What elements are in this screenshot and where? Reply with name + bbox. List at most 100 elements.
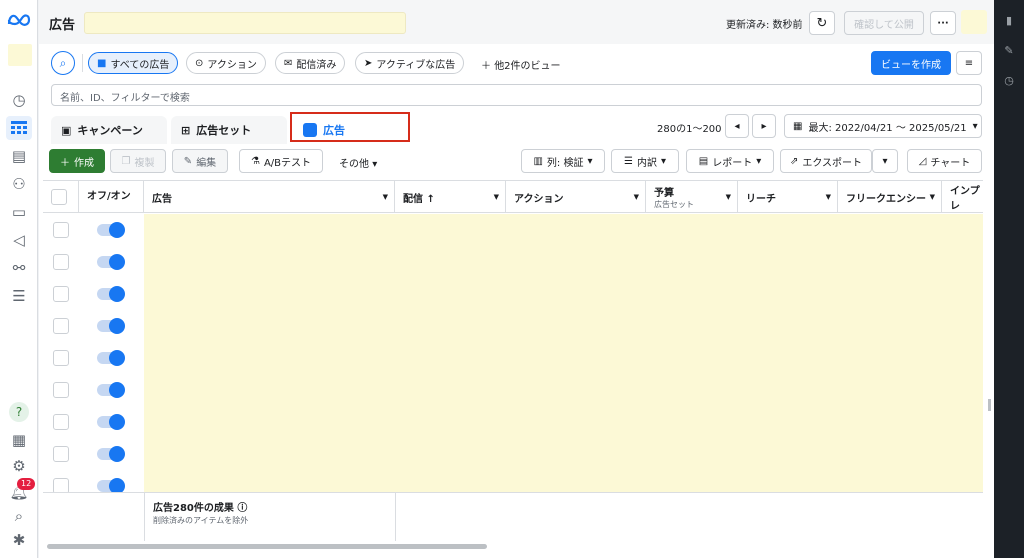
pages-icon[interactable]: ▤	[9, 146, 29, 166]
sort-icon: ▼	[493, 193, 499, 201]
help-icon[interactable]: ?	[9, 402, 29, 422]
view-active-ads[interactable]: ➤ アクティブな広告	[355, 52, 465, 74]
ad-status-toggle[interactable]	[97, 318, 125, 334]
view-action[interactable]: ⊙ アクション	[186, 52, 266, 74]
table-row[interactable]	[43, 438, 143, 470]
col-onoff[interactable]: オフ/オン	[79, 181, 144, 213]
ad-status-toggle[interactable]	[97, 414, 125, 430]
select-all-checkbox[interactable]	[51, 189, 67, 205]
row-checkbox[interactable]	[53, 254, 69, 270]
date-range-button[interactable]: ▦ 最大: 2022/04/21 〜 2025/05/21 ▾	[784, 114, 982, 138]
view-all-ads-label: すべての広告	[110, 59, 170, 71]
meta-logo[interactable]	[7, 12, 31, 28]
campaign-icon: ▣	[61, 123, 72, 137]
menu-icon[interactable]: ☰	[9, 286, 29, 306]
breakdown-label: 内訳	[636, 157, 657, 169]
search-input[interactable]: 名前、ID、フィルターで検索	[51, 84, 982, 106]
chevron-down-icon: ▾	[972, 120, 978, 132]
table-row[interactable]	[43, 342, 143, 374]
top-bar: 広告 更新済み: 数秒前 ↻ 確認して公開 ···	[39, 0, 994, 44]
clock-icon[interactable]: ◷	[1002, 74, 1016, 88]
ab-test-button[interactable]: ⚗ A/Bテスト	[239, 149, 323, 173]
row-checkbox[interactable]	[53, 350, 69, 366]
ad-status-toggle[interactable]	[97, 254, 125, 270]
row-checkbox[interactable]	[53, 414, 69, 430]
table-row[interactable]	[43, 310, 143, 342]
col-reach[interactable]: リーチ ▼	[738, 181, 838, 213]
col-delivery[interactable]: 配信 ↑ ▼	[395, 181, 506, 213]
view-all-ads[interactable]: ■ すべての広告	[88, 52, 179, 74]
row-checkbox[interactable]	[53, 222, 69, 238]
columns-label: 列: 検証	[546, 157, 584, 169]
action-icon: ⊙	[195, 57, 204, 69]
horizontal-scrollbar[interactable]	[47, 544, 487, 549]
export-dropdown-button[interactable]: ▾	[872, 149, 898, 173]
table-row[interactable]	[43, 214, 143, 246]
search-icon[interactable]: ⌕	[9, 506, 29, 526]
col-ad[interactable]: 広告 ▼	[144, 181, 395, 213]
row-checkbox[interactable]	[53, 318, 69, 334]
info-icon[interactable]: ⓘ	[237, 503, 247, 514]
table-row[interactable]	[43, 374, 143, 406]
table-icon[interactable]	[6, 116, 32, 140]
tab-campaign[interactable]: ▣ キャンペーン	[51, 116, 167, 144]
chevron-right-icon: ▸	[761, 120, 767, 132]
people-icon[interactable]: ⚇	[9, 174, 29, 194]
col-frequency[interactable]: フリークエンシー ▼	[838, 181, 942, 213]
col-action[interactable]: アクション ▼	[506, 181, 646, 213]
table-header: オフ/オン 広告 ▼ 配信 ↑ ▼ アクション ▼ 予算 広告セット ▼ リーチ ▼ フリー…	[43, 181, 983, 213]
breakdown-icon: ☰	[624, 155, 633, 167]
next-page-button[interactable]: ▸	[752, 114, 776, 138]
table-row[interactable]	[43, 246, 143, 278]
ad-status-toggle[interactable]	[97, 382, 125, 398]
network-icon[interactable]: ⚯	[9, 258, 29, 278]
duplicate-button[interactable]: ❐ 複製	[110, 149, 166, 173]
more-views-link[interactable]: ＋ 他2件のビュー	[481, 57, 561, 72]
ad-status-toggle[interactable]	[97, 478, 125, 494]
settings-icon[interactable]: ⚙	[9, 456, 29, 476]
export-button[interactable]: ⇗ エクスポート	[780, 149, 872, 173]
breakdown-button[interactable]: ☰ 内訳 ▾	[611, 149, 679, 173]
edit-button[interactable]: ✎ 編集	[172, 149, 228, 173]
table-row[interactable]	[43, 406, 143, 438]
dashboard-icon[interactable]: ◷	[9, 90, 29, 110]
account-switcher[interactable]	[8, 44, 32, 66]
bug-icon[interactable]: ✱	[9, 530, 29, 550]
other-menu[interactable]: その他 ▾	[339, 155, 377, 170]
adset-icon: ⊞	[181, 123, 191, 137]
pencil-icon[interactable]: ✎	[1002, 44, 1016, 58]
ad-status-toggle[interactable]	[97, 286, 125, 302]
ad-status-toggle[interactable]	[97, 222, 125, 238]
news-icon[interactable]: ▦	[9, 430, 29, 450]
publish-button[interactable]: 確認して公開	[844, 11, 924, 35]
profile-area[interactable]	[961, 10, 987, 34]
billing-icon[interactable]: ▭	[9, 202, 29, 222]
report-button[interactable]: ▤ レポート ▾	[686, 149, 774, 173]
table-row[interactable]	[43, 278, 143, 310]
prev-page-button[interactable]: ◂	[725, 114, 749, 138]
columns-button[interactable]: ▥ 列: 検証 ▾	[521, 149, 605, 173]
col-budget[interactable]: 予算 広告セット ▼	[646, 181, 738, 213]
chart-button[interactable]: ◿ チャート	[907, 149, 982, 173]
view-delivered[interactable]: ✉ 配信済み	[275, 52, 346, 74]
pencil-icon: ✎	[183, 155, 193, 167]
vertical-scrollbar[interactable]	[988, 399, 991, 411]
row-checkbox[interactable]	[53, 382, 69, 398]
bar-chart-icon[interactable]: ▮	[1002, 14, 1016, 28]
create-button[interactable]: ＋ 作成	[49, 149, 105, 173]
view-settings-button[interactable]: ≡	[956, 51, 982, 75]
create-view-button[interactable]: ビューを作成	[871, 51, 951, 75]
col-impressions[interactable]: インプレ	[942, 181, 983, 213]
ad-status-toggle[interactable]	[97, 350, 125, 366]
row-checkbox[interactable]	[53, 286, 69, 302]
account-name-field[interactable]	[84, 12, 406, 34]
more-button[interactable]: ···	[930, 11, 956, 35]
refresh-button[interactable]: ↻	[809, 11, 835, 35]
tab-adset[interactable]: ⊞ 広告セット	[171, 116, 287, 144]
row-checkbox[interactable]	[53, 446, 69, 462]
col-frequency-label: フリークエンシー	[846, 193, 926, 205]
view-search-button[interactable]: ⌕	[51, 51, 75, 75]
megaphone-icon[interactable]: ◁	[9, 230, 29, 250]
sort-icon: ▼	[633, 193, 639, 201]
ad-status-toggle[interactable]	[97, 446, 125, 462]
